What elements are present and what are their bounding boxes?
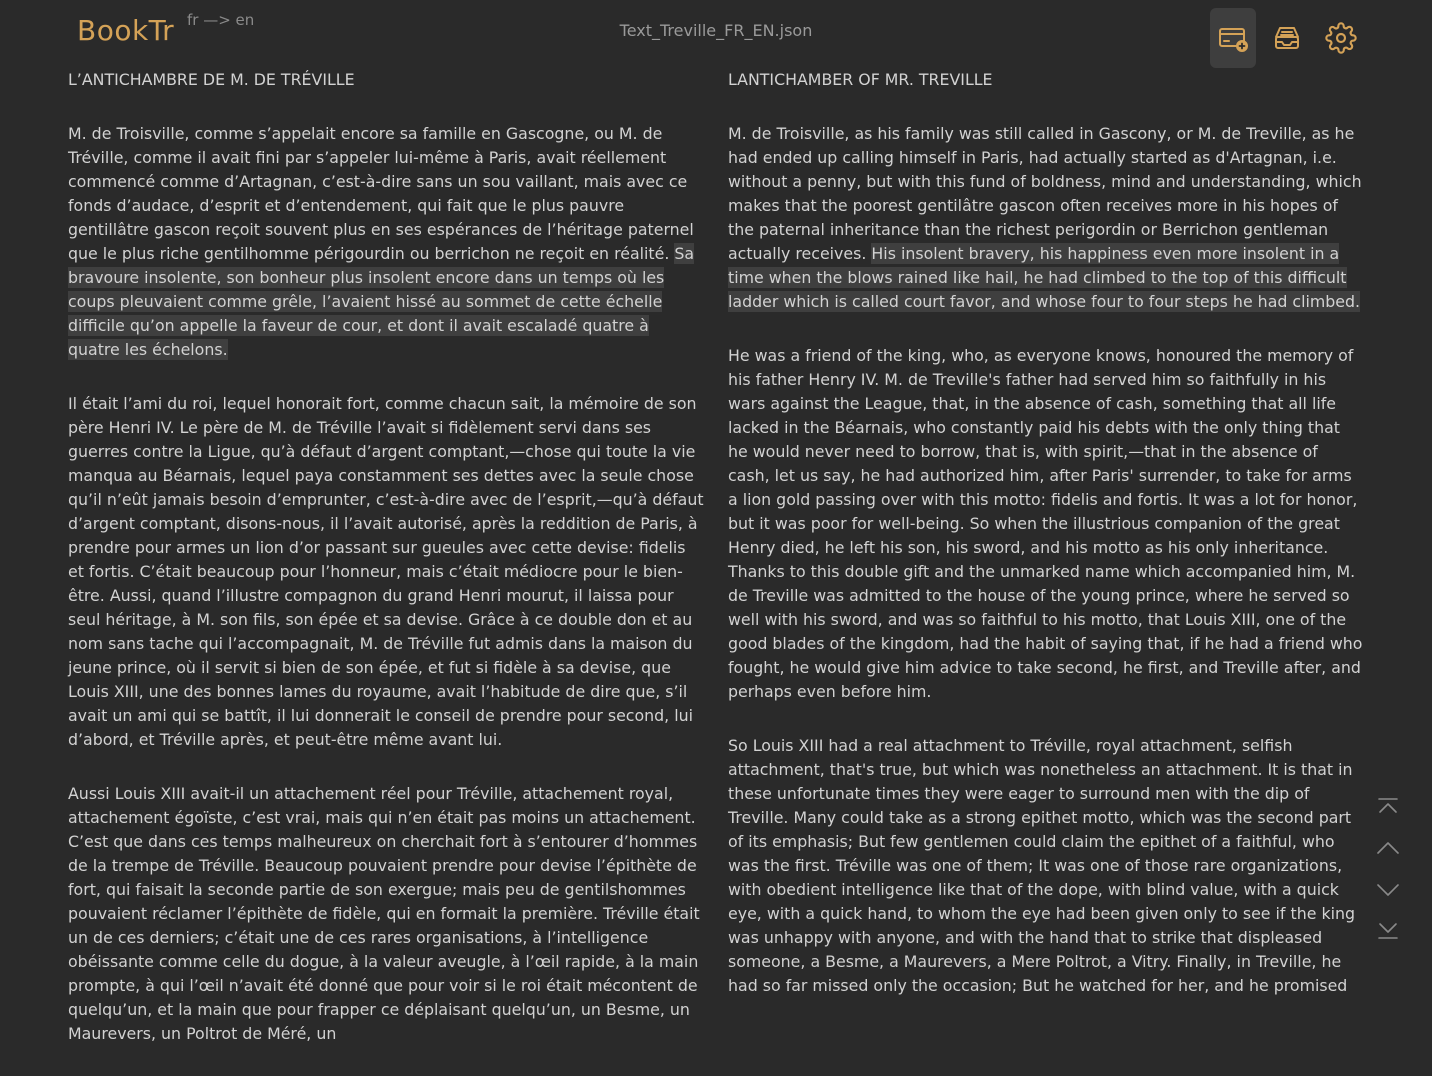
source-sentence[interactable]: M. de Troisville, comme s’appelait encor… [68,124,694,263]
scroll-top-button[interactable] [1375,794,1403,820]
settings-button[interactable] [1318,8,1364,68]
source-title: L’ANTICHAMBRE DE M. DE TRÉVILLE [68,70,355,89]
target-column: LANTICHAMBER OF MR. TREVILLE M. de Trois… [728,68,1364,1028]
toolbar [1210,8,1372,68]
page-up-button[interactable] [1375,834,1403,860]
source-paragraph[interactable]: Il était l’ami du roi, lequel honorait f… [68,392,704,752]
scroll-bottom-button[interactable] [1375,918,1403,944]
target-paragraph[interactable]: So Louis XIII had a real attachment to T… [728,734,1364,998]
source-paragraph[interactable]: Aussi Louis XIII avait-il un attachement… [68,782,704,1046]
scroll-top-icon [1378,798,1398,813]
scroll-bottom-icon [1378,923,1398,939]
library-button[interactable] [1264,8,1310,68]
target-paragraph[interactable]: M. de Troisville, as his family was stil… [728,122,1364,314]
page-down-icon [1377,884,1399,896]
target-title: LANTICHAMBER OF MR. TREVILLE [728,70,993,89]
source-column: L’ANTICHAMBRE DE M. DE TRÉVILLE M. de Tr… [68,68,704,1076]
card-add-icon [1219,28,1248,52]
open-file-button[interactable] [1210,8,1256,68]
page-down-button[interactable] [1375,876,1403,902]
inbox-icon [1275,27,1299,49]
gear-icon [1325,22,1357,54]
target-paragraph[interactable]: He was a friend of the king, who, as eve… [728,344,1364,704]
source-paragraph[interactable]: M. de Troisville, comme s’appelait encor… [68,122,704,362]
page-up-icon [1377,842,1399,854]
